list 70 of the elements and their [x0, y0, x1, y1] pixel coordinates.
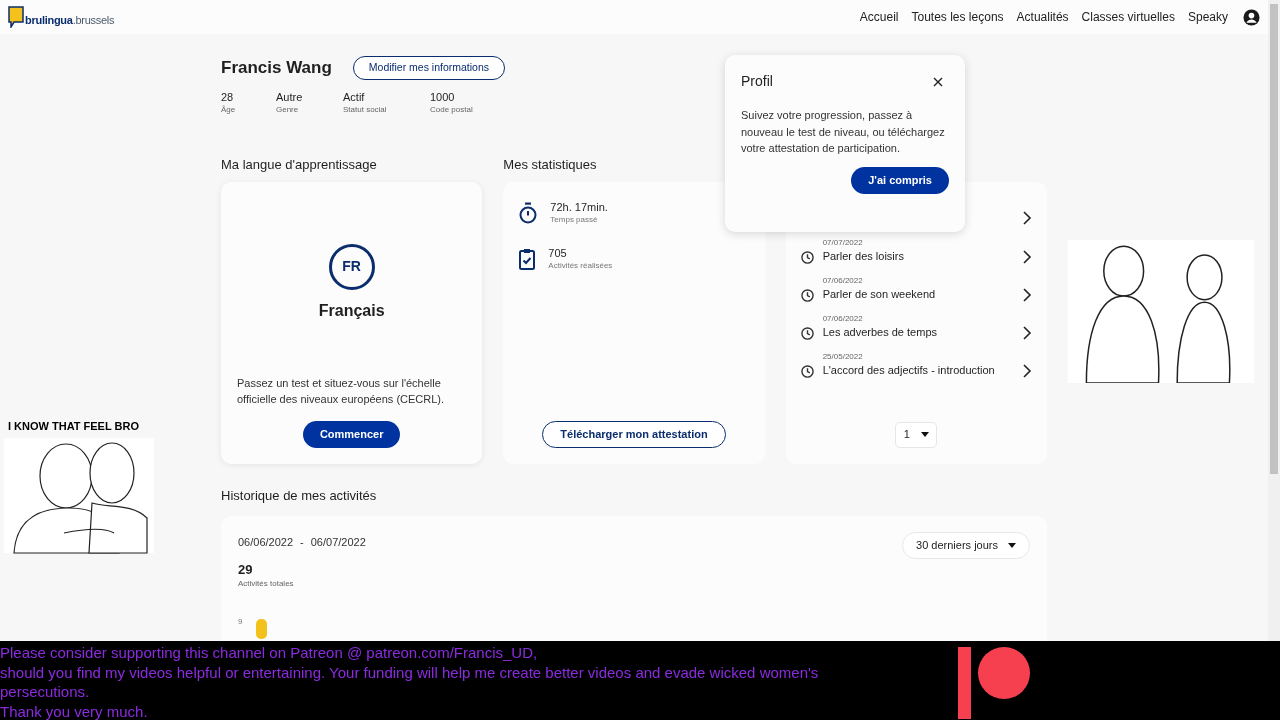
clock-icon [800, 288, 814, 302]
caret-down-icon [920, 432, 929, 437]
banner-text-line: should you find my videos helpful or entertaining. Your funding will help me create better videos and evade wicked women's [0, 662, 820, 682]
nav-link[interactable]: Actualités [1016, 8, 1069, 26]
chevron-right-icon[interactable] [1022, 287, 1032, 302]
language-name: Français [318, 300, 385, 321]
profile-name: Francis Wang [221, 57, 332, 79]
stat-label: Activités réalisées [548, 259, 613, 272]
lesson-title[interactable]: Parler de son weekend [822, 286, 1013, 302]
stat-label: Temps passé [550, 213, 599, 226]
chevron-right-icon[interactable] [1022, 249, 1032, 264]
lesson-title[interactable]: L'accord des adjectifs - introduction [822, 362, 1013, 378]
stat-value: 72h. 17min. [550, 199, 608, 214]
total-label: Activités totales [238, 577, 295, 590]
logo-text[interactable]: brulingua.brussels [25, 11, 115, 28]
stat-value: 705 [548, 245, 568, 260]
axis-tick-label: 9 [238, 616, 243, 627]
clock-icon [800, 364, 814, 378]
fact-label: Genre [276, 103, 300, 116]
lesson-date: 07/06/2022 [822, 312, 864, 325]
banner-text-line: persecutions. [0, 682, 91, 702]
date-from: 06/06/2022 [238, 534, 294, 550]
chevron-right-icon[interactable] [1022, 363, 1032, 378]
nav-link[interactable]: Classes virtuelles [1081, 8, 1175, 26]
language-test-text: Passez un test et situez-vous sur l'échelle officielle des niveaux européens (CECRL). [237, 375, 446, 407]
section-title: Mes statistiques [503, 155, 598, 173]
nav-link[interactable]: Toutes les leçons [911, 8, 1004, 26]
chevron-right-icon[interactable] [1022, 325, 1032, 340]
fact-label: Âge [221, 103, 237, 116]
lesson-title[interactable]: Parler des loisirs [822, 248, 1013, 264]
patreon-logo-icon [958, 647, 1032, 719]
activity-bar [256, 618, 268, 639]
download-certificate-button[interactable]: Télécharger mon attestation [542, 420, 726, 448]
section-title: Ma langue d'apprentissage [221, 155, 378, 173]
caret-down-icon [1008, 542, 1016, 548]
page-select[interactable]: 1 [895, 421, 938, 448]
fact-value: 28 [221, 89, 235, 104]
logo-icon [8, 6, 24, 28]
date-separator: - [300, 534, 304, 550]
lesson-title[interactable]: Les adverbes de temps [822, 324, 1013, 340]
fact-value: Actif [343, 89, 366, 104]
popover-title: Profil [741, 72, 773, 91]
edit-profile-button[interactable]: Modifier mes informations [352, 55, 506, 80]
lesson-date: 25/05/2022 [822, 350, 864, 363]
fact-value: Autre [276, 89, 304, 104]
user-account-icon[interactable] [1243, 8, 1260, 26]
popover-text: Suivez votre progression, passez à nouveau le test de niveau, ou téléchargez votre attestation de participation. [741, 108, 946, 156]
total-value: 29 [238, 561, 254, 578]
fact-label: Statut social [343, 103, 388, 116]
close-icon[interactable] [933, 76, 943, 87]
stopwatch-icon [519, 201, 538, 224]
banner-text-line: Please consider supporting this channel on Patreon @ patreon.com/Francis_UD, [0, 643, 539, 663]
nav-link[interactable]: Speaky [1187, 8, 1228, 26]
meme-caption: I KNOW THAT FEEL BRO [8, 419, 139, 434]
lesson-date: 07/06/2022 [822, 274, 864, 287]
section-title: Historique de mes activités [221, 487, 377, 503]
fact-value: 1000 [430, 89, 456, 104]
clipboard-check-icon [519, 247, 536, 270]
clock-icon [800, 326, 814, 340]
period-select[interactable]: 30 derniers jours [902, 531, 1030, 559]
understood-button[interactable]: J'ai compris [851, 166, 949, 194]
date-to: 06/07/2022 [310, 534, 366, 550]
clock-icon [800, 250, 814, 264]
banner-text-line: Thank you very much. [0, 701, 149, 720]
lesson-date: 07/07/2022 [822, 236, 864, 249]
chevron-right-icon[interactable] [1022, 210, 1032, 225]
nav-link[interactable]: Accueil [859, 8, 899, 26]
start-button[interactable]: Commencer [302, 420, 401, 448]
fact-label: Code postal [430, 103, 474, 116]
language-code-badge: FR [328, 243, 375, 290]
